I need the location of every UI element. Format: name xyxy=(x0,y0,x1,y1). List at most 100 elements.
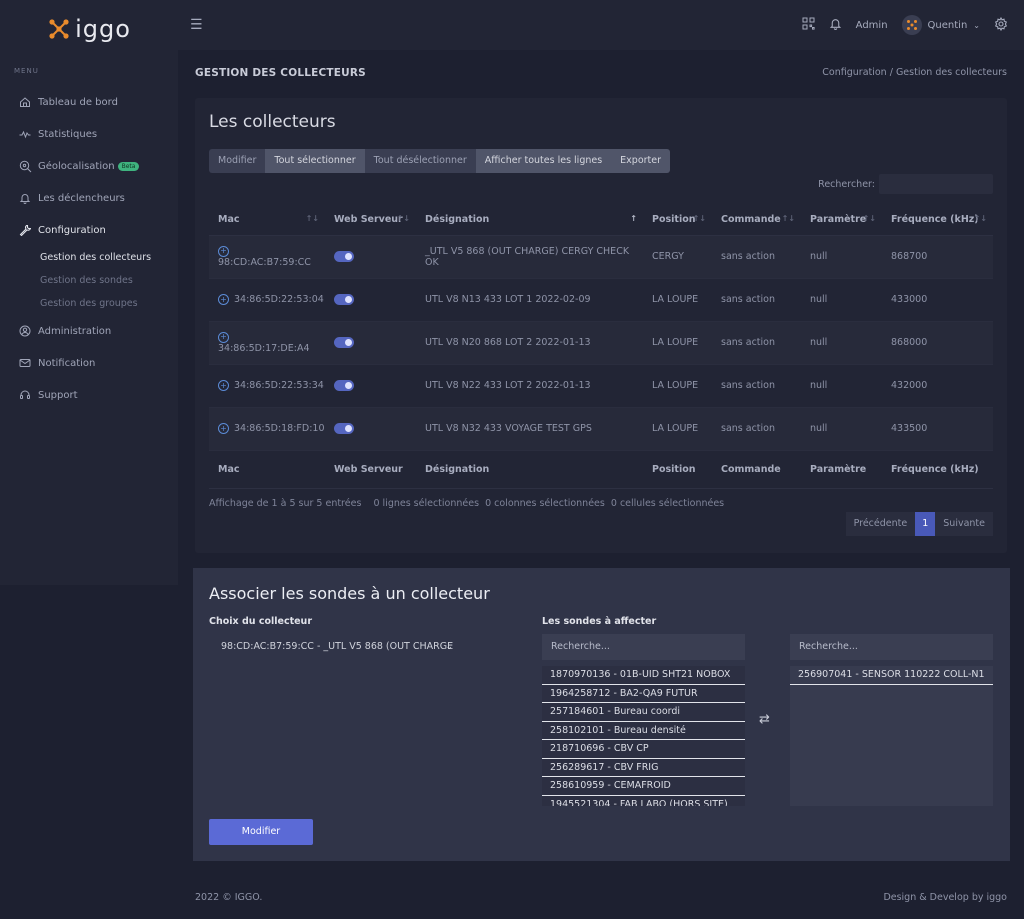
pagination-page-1[interactable]: 1 xyxy=(915,512,936,536)
search-label: Rechercher: xyxy=(818,178,875,190)
user-menu[interactable]: Quentin ⌄ xyxy=(901,15,980,35)
pagination-next[interactable]: Suivante xyxy=(935,512,993,536)
footer-credit: Design & Develop by iggo xyxy=(883,892,1007,903)
list-item[interactable]: 258610959 - CEMAFROID xyxy=(542,777,745,796)
table-search: Rechercher: xyxy=(818,174,993,194)
deselect-all-button[interactable]: Tout désélectionner xyxy=(364,149,476,173)
web-server-toggle[interactable] xyxy=(334,251,354,262)
search-input[interactable] xyxy=(879,174,993,194)
sidebar-item-statistics[interactable]: Statistiques xyxy=(0,118,178,150)
footer-copyright: 2022 © IGGO. xyxy=(195,892,263,903)
sidebar-item-administration[interactable]: Administration xyxy=(0,315,178,347)
table-toolbar: Modifier Tout sélectionner Tout désélect… xyxy=(209,149,671,173)
web-server-toggle[interactable] xyxy=(334,380,354,391)
available-probes-search[interactable]: Recherche... xyxy=(542,634,745,660)
sort-icon: ↑↓ xyxy=(781,214,795,224)
expand-row-icon[interactable]: + xyxy=(218,245,229,257)
collector-select[interactable]: 98:CD:AC:B7:59:CC - _UTL V5 868 (OUT CHA… xyxy=(209,635,459,659)
list-item[interactable]: 256289617 - CBV FRIG xyxy=(542,759,745,777)
cell-position: LA LOUPE xyxy=(643,407,712,451)
cell-parameter: null xyxy=(801,278,882,322)
sidebar-item-geolocation[interactable]: Géolocalisation Beta xyxy=(0,150,178,182)
list-item[interactable]: 1964258712 - BA2-QA9 FUTUR xyxy=(542,685,745,703)
headset-icon xyxy=(18,388,32,402)
list-item[interactable]: 256907041 - SENSOR 110222 COLL-N1 xyxy=(790,666,993,685)
sidebar-subitem-groups[interactable]: Gestion des groupes xyxy=(0,292,178,315)
probes-label: Les sondes à affecter xyxy=(542,616,657,627)
column-header-designation[interactable]: Désignation ↑ xyxy=(416,205,643,236)
expand-row-icon[interactable]: + xyxy=(218,423,229,434)
footer-mac: Mac xyxy=(209,449,325,489)
list-item[interactable]: 1945521304 - FAB LABO (HORS SITE) xyxy=(542,796,745,807)
table-row[interactable]: +34:86:5D:22:53:34 UTL V8 N22 433 LOT 2 … xyxy=(209,364,993,408)
table-row[interactable]: +34:86:5D:17:DE:A4 UTL V8 N20 868 LOT 2 … xyxy=(209,321,993,365)
topbar: ☰ Admin Quentin ⌄ xyxy=(178,0,1024,50)
swap-arrows-icon[interactable]: ⇄ xyxy=(759,712,770,727)
sidebar-subitem-collectors[interactable]: Gestion des collecteurs xyxy=(0,246,178,269)
expand-row-icon[interactable]: + xyxy=(218,294,229,305)
column-header-web-server[interactable]: Web Serveur ↑↓ xyxy=(325,205,416,236)
chevron-down-icon: ⌄ xyxy=(973,20,980,30)
collectors-card: Les collecteurs Modifier Tout sélectionn… xyxy=(195,98,1007,553)
list-item[interactable]: 1870970136 - 01B-UID SHT21 NOBOX xyxy=(542,666,745,685)
sidebar-item-label: Tableau de bord xyxy=(38,96,118,108)
cell-mac: 98:CD:AC:B7:59:CC xyxy=(218,256,311,268)
list-item[interactable]: 258102101 - Bureau densité xyxy=(542,722,745,740)
list-item[interactable]: 257184601 - Bureau coordi xyxy=(542,703,745,722)
qr-code-icon[interactable] xyxy=(802,17,815,33)
iggo-avatar-icon xyxy=(906,20,917,30)
hamburger-menu-icon[interactable]: ☰ xyxy=(190,17,203,33)
sidebar-subitem-probes[interactable]: Gestion des sondes xyxy=(0,269,178,292)
collectors-title: Les collecteurs xyxy=(209,112,336,132)
cell-mac: 34:86:5D:22:53:04 xyxy=(234,294,324,305)
pagination-previous[interactable]: Précédente xyxy=(845,512,916,536)
cell-command: sans action xyxy=(712,278,801,322)
notification-bell-icon[interactable] xyxy=(829,17,842,33)
show-all-rows-button[interactable]: Afficher toutes les lignes xyxy=(475,149,612,173)
admin-link[interactable]: Admin xyxy=(856,20,888,31)
table-row[interactable]: +34:86:5D:22:53:04 UTL V8 N13 433 LOT 1 … xyxy=(209,278,993,322)
gear-icon[interactable] xyxy=(994,16,1008,34)
assigned-probes-search[interactable]: Recherche... xyxy=(790,634,993,660)
sidebar-item-support[interactable]: Support xyxy=(0,379,178,411)
list-item[interactable]: 218710696 - CBV CP xyxy=(542,740,745,759)
cell-command: sans action xyxy=(712,364,801,408)
column-header-frequency[interactable]: Fréquence (kHz) ↑↓ xyxy=(882,205,993,236)
chevron-down-icon: ⌄ xyxy=(445,642,453,652)
collector-select-value: 98:CD:AC:B7:59:CC - _UTL V5 868 (OUT CHA… xyxy=(221,641,454,652)
cell-mac: 34:86:5D:17:DE:A4 xyxy=(218,342,310,354)
user-circle-icon xyxy=(18,324,32,338)
cell-designation: UTL V8 N32 433 VOYAGE TEST GPS xyxy=(416,407,643,451)
logo[interactable]: iggo xyxy=(0,0,178,58)
select-all-button[interactable]: Tout sélectionner xyxy=(265,149,365,173)
submit-modify-button[interactable]: Modifier xyxy=(209,819,313,845)
sidebar-item-notification[interactable]: Notification xyxy=(0,347,178,379)
table-row[interactable]: +98:CD:AC:B7:59:CC _UTL V5 868 (OUT CHAR… xyxy=(209,235,993,279)
cell-parameter: null xyxy=(801,407,882,451)
column-header-command[interactable]: Commande ↑↓ xyxy=(712,205,801,236)
web-server-toggle[interactable] xyxy=(334,337,354,348)
web-server-toggle[interactable] xyxy=(334,294,354,305)
footer-designation: Désignation xyxy=(416,449,643,489)
column-header-position[interactable]: Position ↑↓ xyxy=(643,205,712,236)
sidebar-item-label: Configuration xyxy=(38,224,106,236)
sidebar-item-dashboard[interactable]: Tableau de bord xyxy=(0,86,178,118)
column-header-mac[interactable]: Mac ↑↓ xyxy=(209,205,325,236)
sidebar-item-configuration[interactable]: Configuration xyxy=(0,214,178,246)
breadcrumb[interactable]: Configuration / Gestion des collecteurs xyxy=(822,67,1007,79)
table-row[interactable]: +34:86:5D:18:FD:10 UTL V8 N32 433 VOYAGE… xyxy=(209,407,993,451)
wrench-icon xyxy=(18,223,32,237)
expand-row-icon[interactable]: + xyxy=(218,380,229,391)
web-server-toggle[interactable] xyxy=(334,423,354,434)
cell-designation: UTL V8 N20 868 LOT 2 2022-01-13 xyxy=(416,321,643,365)
column-header-parameter[interactable]: Paramètre ↑↓ xyxy=(801,205,882,236)
edit-button[interactable]: Modifier xyxy=(209,149,266,173)
expand-row-icon[interactable]: + xyxy=(218,331,229,343)
sidebar-item-label: Administration xyxy=(38,325,112,337)
export-button[interactable]: Exporter xyxy=(611,149,671,173)
assigned-probes-list[interactable]: 256907041 - SENSOR 110222 COLL-N1 xyxy=(790,666,993,806)
cell-parameter: null xyxy=(801,364,882,408)
sidebar-item-triggers[interactable]: Les déclencheurs xyxy=(0,182,178,214)
page-header: GESTION DES COLLECTEURS Configuration / … xyxy=(195,67,1007,79)
available-probes-list[interactable]: 1870970136 - 01B-UID SHT21 NOBOX 1964258… xyxy=(542,666,745,806)
